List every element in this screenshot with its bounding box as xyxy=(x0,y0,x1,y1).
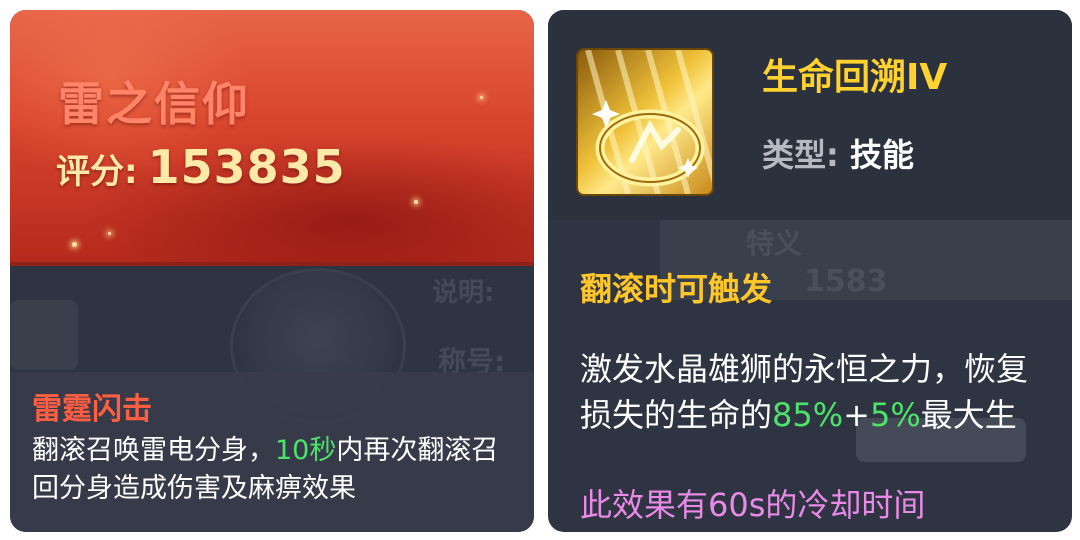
title-banner xyxy=(10,10,534,262)
trigger-condition: 翻滚时可触发 xyxy=(580,270,773,308)
skill-description: 翻滚召唤雷电分身，10秒内再次翻滚召回分身造成伤害及麻痹效果 xyxy=(32,432,522,508)
background-label: 说明: xyxy=(432,278,495,308)
spark-effect xyxy=(108,232,111,235)
type-value: 技能 xyxy=(849,136,914,174)
background-label: 特义 xyxy=(746,227,803,260)
spark-effect xyxy=(414,200,418,204)
effect-text: 最大生 xyxy=(920,396,1017,434)
score-value: 153835 xyxy=(147,140,346,194)
skill-duration-highlight: 10秒 xyxy=(275,435,337,466)
skill-card-right: 特义 1583 生命回溯IV 类型: 技能 翻滚时可触发 激发水晶雄狮的永恒之力… xyxy=(548,10,1072,532)
score-label: 评分: xyxy=(56,152,138,192)
spark-effect xyxy=(72,242,77,247)
spark-effect xyxy=(480,96,483,99)
skill-description-text: 翻滚召唤雷电分身， xyxy=(32,435,275,466)
effect-description: 激发水晶雄狮的永恒之力，恢复 损失的生命的85%+5%最大生 xyxy=(580,346,1072,438)
effect-text: 损失的生命的 xyxy=(580,396,773,434)
background-medal xyxy=(10,300,78,370)
effect-percent-max: 5% xyxy=(869,396,921,434)
skill-title: 生命回溯IV xyxy=(762,57,948,98)
banner-edge xyxy=(10,262,534,266)
effect-percent-lost: 85% xyxy=(772,396,844,434)
score-row: 评分: 153835 xyxy=(56,140,346,194)
type-label: 类型: xyxy=(762,136,839,174)
skill-name: 雷霆闪击 xyxy=(32,392,152,427)
golden-ring-skill-icon xyxy=(578,50,712,194)
item-card-left: 说明: 称号: 雷之信仰 评分: 153835 雷霆闪击 翻滚召唤雷电分身，10秒… xyxy=(10,10,534,532)
effect-plus: + xyxy=(843,396,870,434)
cooldown-note: 此效果有60s的冷却时间 xyxy=(580,486,926,524)
item-title: 雷之信仰 xyxy=(58,77,250,131)
effect-line-2: 损失的生命的85%+5%最大生 xyxy=(580,392,1072,438)
background-value: 1583 xyxy=(804,264,888,299)
skill-type-row: 类型: 技能 xyxy=(762,130,914,176)
effect-line-1: 激发水晶雄狮的永恒之力，恢复 xyxy=(580,350,1029,388)
